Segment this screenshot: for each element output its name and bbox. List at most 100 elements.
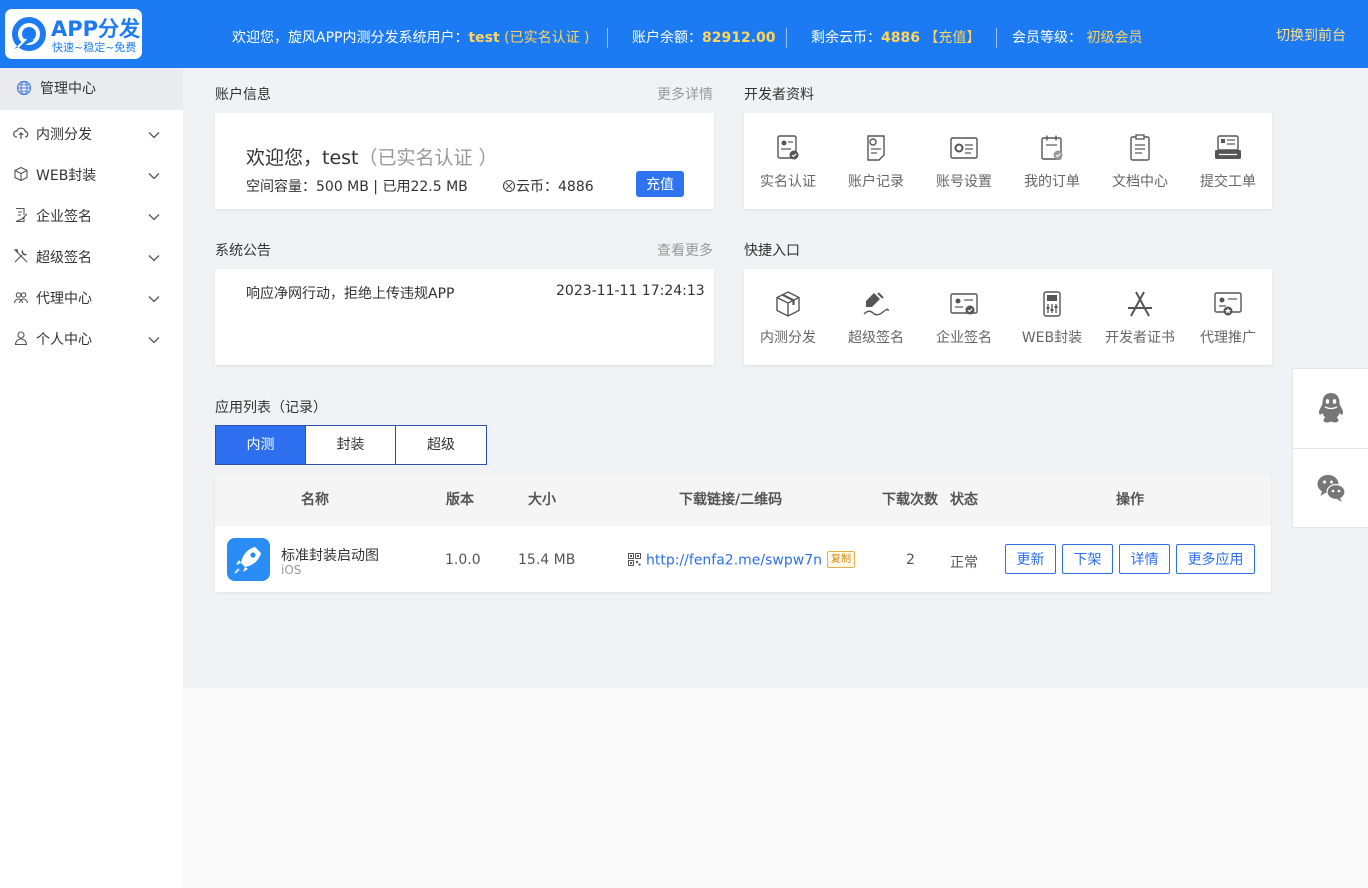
app-name[interactable]: 标准封装启动图 — [281, 545, 379, 565]
col-version: 版本 — [446, 492, 474, 508]
col-downloads: 下载次数 — [882, 492, 938, 508]
dev-item-label: 文档中心 — [1112, 174, 1168, 190]
chevron-down-icon — [148, 296, 160, 303]
header-username: test — [468, 30, 500, 46]
top-header: APP分发 快速~稳定~免费 欢迎您，旋风APP内测分发系统用户：test (已… — [0, 0, 1368, 68]
chevron-down-icon — [148, 173, 160, 180]
account-card: 欢迎您，test（已实名认证 ） 空间容量：500 MB | 已用22.5 MB… — [215, 113, 714, 209]
balance-label: 账户余额： — [632, 30, 702, 46]
user-icon — [14, 331, 28, 346]
shortcut-item-distribution[interactable]: 内测分发 — [744, 269, 832, 365]
account-welcome-text: 欢迎您，test — [246, 147, 359, 169]
enterprise-sign-icon — [950, 293, 978, 315]
wechat-contact-button[interactable] — [1293, 449, 1368, 528]
account-verify: （已实名认证 ） — [358, 147, 498, 169]
shortcut-item-developer-cert[interactable]: 开发者证书 — [1096, 269, 1184, 365]
developer-section-title: 开发者资料 — [744, 87, 814, 103]
header-divider — [786, 28, 787, 48]
chevron-down-icon — [148, 214, 160, 221]
chevron-down-icon — [148, 255, 160, 262]
sidebar-item-label: 超级签名 — [36, 250, 92, 266]
details-button[interactable]: 详情 — [1119, 544, 1170, 574]
appstore-cert-icon — [1128, 291, 1152, 317]
coins-value: 4886 — [881, 30, 920, 46]
header-welcome: 欢迎您，旋风APP内测分发系统用户：test (已实名认证 ) — [232, 0, 590, 68]
main-content: 账户信息 更多详情 欢迎您，test（已实名认证 ） 空间容量：500 MB |… — [183, 68, 1368, 688]
app-table: 名称 版本 大小 下载链接/二维码 下载次数 状态 操作 标准封装启动图 iOS… — [215, 475, 1271, 592]
web-package-icon — [1043, 291, 1061, 317]
tab-beta[interactable]: 内测 — [216, 426, 306, 464]
account-more-link[interactable]: 更多详情 — [657, 84, 713, 104]
sidebar-item-agent-center[interactable]: 代理中心 — [0, 274, 183, 315]
page-footer-area — [183, 688, 1368, 888]
id-verify-icon — [777, 135, 799, 160]
logo-subtitle: 快速~稳定~免费 — [52, 41, 137, 54]
app-rocket-icon[interactable] — [227, 538, 270, 581]
notice-card: 响应净网行动，拒绝上传违规APP 2023-11-11 17:24:13 — [215, 269, 714, 365]
welcome-prefix: 欢迎您，旋风APP内测分发系统用户： — [232, 30, 469, 46]
recharge-link[interactable]: 【充值】 — [924, 30, 980, 46]
download-url-link[interactable]: http://fenfa2.me/swpw7n — [646, 553, 822, 569]
tab-super[interactable]: 超级 — [396, 426, 486, 464]
shortcut-item-web-package[interactable]: WEB封装 — [1008, 269, 1096, 365]
delist-button[interactable]: 下架 — [1062, 544, 1113, 574]
dev-item-label: 账户记录 — [848, 174, 904, 190]
shortcut-item-enterprise-sign[interactable]: 企业签名 — [920, 269, 1008, 365]
sidebar-item-web-package[interactable]: WEB封装 — [0, 151, 183, 192]
header-divider — [996, 28, 997, 48]
logo[interactable]: APP分发 快速~稳定~免费 — [5, 9, 142, 59]
switch-front-link[interactable]: 切换到前台 — [1276, 0, 1346, 72]
dev-item-submit-ticket[interactable]: 提交工单 — [1184, 113, 1272, 209]
balance-value: 82912.00 — [702, 30, 776, 46]
sidebar-item-personal-center[interactable]: 个人中心 — [0, 315, 183, 356]
tab-package[interactable]: 封装 — [306, 426, 396, 464]
col-name: 名称 — [301, 492, 329, 508]
dev-item-id-verify[interactable]: 实名认证 — [744, 113, 832, 209]
sidebar-item-beta-distribution[interactable]: 内测分发 — [0, 110, 183, 151]
notice-more-link[interactable]: 查看更多 — [657, 240, 713, 260]
notice-item-date: 2023-11-11 17:24:13 — [556, 283, 705, 299]
cloud-upload-icon — [13, 127, 29, 139]
dev-item-label: 提交工单 — [1200, 174, 1256, 190]
sidebar-item-super-sign[interactable]: 超级签名 — [0, 233, 183, 274]
floating-contact-bar — [1292, 368, 1368, 528]
wechat-icon — [1317, 475, 1346, 502]
header-coins: 剩余云币：4886 【充值】 — [811, 0, 980, 68]
app-download-link: http://fenfa2.me/swpw7n 复制 — [628, 551, 855, 569]
dev-item-account-record[interactable]: 账户记录 — [832, 113, 920, 209]
cube-icon — [14, 166, 28, 182]
qrcode-icon[interactable] — [628, 553, 641, 566]
dev-item-label: 实名认证 — [760, 174, 816, 190]
sidebar-item-label: 代理中心 — [36, 291, 92, 307]
sidebar-item-label: 内测分发 — [36, 127, 92, 143]
copy-link-button[interactable]: 复制 — [827, 551, 855, 568]
shortcut-item-label: 企业签名 — [936, 330, 992, 346]
shortcut-item-agent-promo[interactable]: 代理推广 — [1184, 269, 1272, 365]
dev-item-account-settings[interactable]: 账号设置 — [920, 113, 1008, 209]
header-divider — [607, 28, 608, 48]
more-apps-button[interactable]: 更多应用 — [1176, 544, 1255, 574]
recharge-button[interactable]: 充值 — [636, 171, 684, 197]
shortcut-section-title: 快捷入口 — [744, 243, 800, 259]
logo-mark-icon — [12, 17, 46, 51]
sidebar-item-label: 企业签名 — [36, 209, 92, 225]
qq-contact-button[interactable] — [1293, 369, 1368, 448]
developer-card: 实名认证 账户记录 账号设置 我的订单 文档中心 提交工单 — [744, 113, 1272, 209]
qq-icon — [1319, 393, 1343, 423]
distribution-icon — [776, 291, 800, 317]
notice-item-text[interactable]: 响应净网行动，拒绝上传违规APP — [246, 283, 454, 303]
sidebar-item-enterprise-sign[interactable]: 企业签名 — [0, 192, 183, 233]
notice-section-title: 系统公告 — [215, 243, 271, 259]
account-welcome: 欢迎您，test（已实名认证 ） — [246, 143, 498, 170]
app-version: 1.0.0 — [445, 552, 481, 568]
chevron-down-icon — [148, 337, 160, 344]
header-verify-status: (已实名认证 ) — [504, 30, 590, 46]
coin-icon — [502, 179, 516, 193]
update-button[interactable]: 更新 — [1005, 544, 1056, 574]
app-size: 15.4 MB — [518, 552, 576, 568]
dev-item-docs-center[interactable]: 文档中心 — [1096, 113, 1184, 209]
sidebar-home[interactable]: 管理中心 — [0, 68, 183, 110]
dev-item-my-orders[interactable]: 我的订单 — [1008, 113, 1096, 209]
shortcut-item-label: 代理推广 — [1200, 330, 1256, 346]
shortcut-item-super-sign[interactable]: 超级签名 — [832, 269, 920, 365]
